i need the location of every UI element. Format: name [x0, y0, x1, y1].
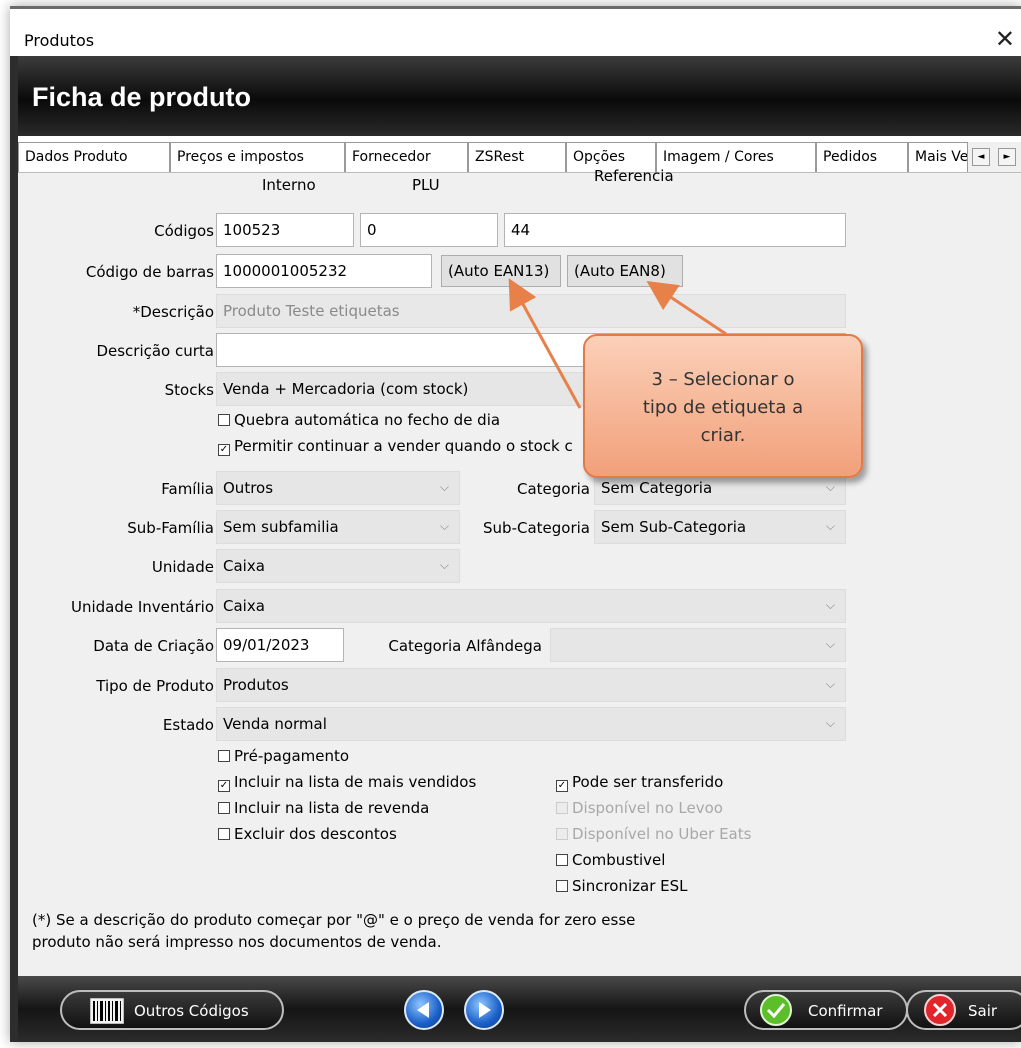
- instruction-callout: 3 – Selecionar o tipo de etiqueta a cria…: [583, 334, 863, 478]
- arrow-to-ean8: [646, 281, 727, 336]
- callout-line-3: criar.: [700, 425, 746, 446]
- arrow-to-ean13: [508, 278, 582, 409]
- callout-line-1: 3 – Selecionar o: [651, 369, 795, 390]
- annotation-arrows: [508, 278, 727, 409]
- callout-line-2: tipo de etiqueta a: [642, 397, 804, 418]
